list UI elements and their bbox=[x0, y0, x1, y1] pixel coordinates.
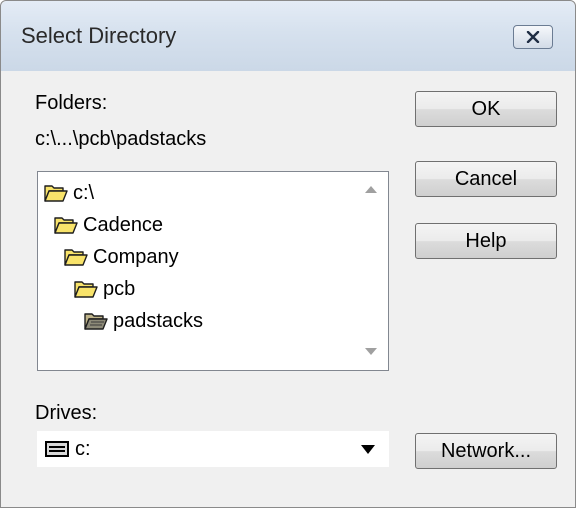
folder-item-label: pcb bbox=[103, 277, 136, 300]
ok-button[interactable]: OK bbox=[415, 91, 557, 127]
scroll-up-button[interactable] bbox=[364, 182, 378, 196]
chevron-down-icon[interactable] bbox=[361, 445, 375, 454]
folder-item-company[interactable]: Company bbox=[64, 241, 179, 273]
scroll-down-button[interactable] bbox=[364, 344, 378, 358]
arrow-down-icon bbox=[365, 347, 377, 355]
title-bar[interactable]: Select Directory bbox=[1, 1, 575, 71]
folders-label: Folders: bbox=[35, 92, 108, 114]
close-button[interactable] bbox=[513, 25, 553, 49]
folder-item-pcb[interactable]: pcb bbox=[74, 273, 135, 305]
drives-select[interactable]: c: bbox=[37, 431, 389, 467]
dialog-body: Folders: c:\...\pcb\padstacks c:\ Cadenc… bbox=[5, 71, 571, 503]
folder-item-c-root[interactable]: c:\ bbox=[44, 177, 94, 209]
close-x-icon bbox=[526, 31, 540, 43]
help-button[interactable]: Help bbox=[415, 223, 557, 259]
folder-item-label: Cadence bbox=[83, 213, 164, 236]
cancel-button[interactable]: Cancel bbox=[415, 161, 557, 197]
folder-item-cadence[interactable]: Cadence bbox=[54, 209, 163, 241]
folder-list[interactable]: c:\ Cadence Company pcb padstacks bbox=[37, 171, 389, 371]
folder-item-label: Company bbox=[93, 245, 179, 268]
selected-drive: c: bbox=[75, 438, 91, 460]
network-button[interactable]: Network... bbox=[415, 433, 557, 469]
open-folder-icon bbox=[54, 217, 78, 234]
arrow-up-icon bbox=[365, 185, 377, 193]
open-folder-icon bbox=[64, 249, 88, 266]
open-folder-selected-icon bbox=[84, 313, 108, 330]
select-directory-dialog: Select Directory Folders: c:\...\pcb\pad… bbox=[0, 0, 576, 508]
folder-list-scrollbar[interactable] bbox=[354, 172, 388, 370]
current-path: c:\...\pcb\padstacks bbox=[35, 128, 207, 150]
folder-item-padstacks[interactable]: padstacks bbox=[84, 305, 203, 337]
hard-drive-icon bbox=[45, 441, 69, 457]
dialog-title: Select Directory bbox=[21, 23, 177, 48]
folder-item-label: c:\ bbox=[73, 181, 95, 204]
open-folder-icon bbox=[74, 281, 98, 298]
folder-item-label: padstacks bbox=[113, 309, 204, 332]
open-folder-icon bbox=[44, 185, 68, 202]
drives-label: Drives: bbox=[35, 402, 98, 424]
